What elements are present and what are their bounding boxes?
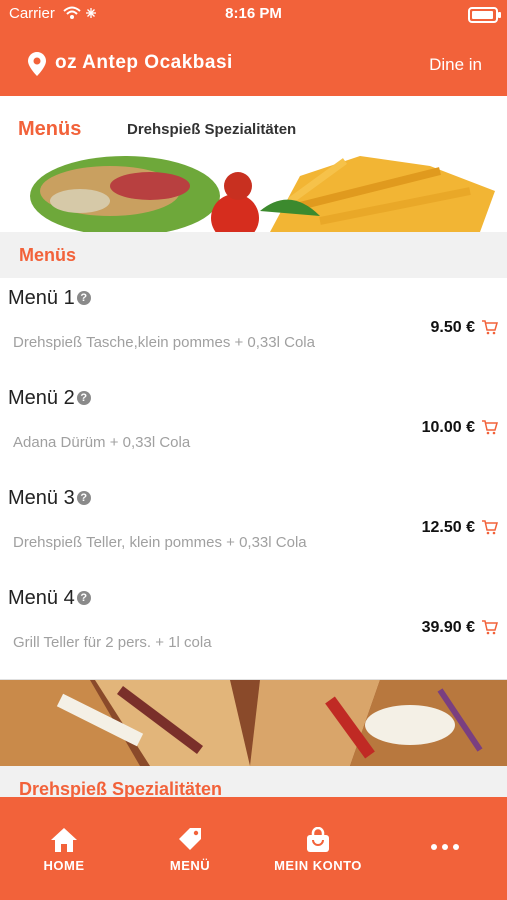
list-item[interactable]: Menü 1? Drehspieß Tasche,klein pommes + … [0, 279, 507, 380]
restaurant-name[interactable]: oz Antep Ocakbasi [55, 52, 233, 74]
cart-icon[interactable] [481, 420, 498, 435]
info-icon[interactable]: ? [76, 291, 91, 305]
item-description: Grill Teller für 2 pers. + 1l cola [13, 634, 212, 651]
dine-in-toggle[interactable]: Dine in [429, 55, 482, 75]
menu-banner-image [0, 146, 507, 232]
section-title: Menüs [19, 245, 77, 265]
header-bar: Carrier 8:16 PM oz Antep Ocakbasi Dine i… [0, 0, 507, 96]
tag-icon [179, 828, 201, 850]
location-pin-icon[interactable] [28, 52, 46, 76]
nav-menu[interactable]: MENÜ [160, 827, 220, 873]
status-time: 8:16 PM [225, 5, 282, 22]
drehspiess-banner-image [0, 680, 507, 766]
item-description: Drehspieß Tasche,klein pommes + 0,33l Co… [13, 334, 315, 351]
nav-home-label: HOME [43, 858, 85, 873]
home-icon [51, 828, 77, 852]
nav-menu-label: MENÜ [169, 858, 211, 873]
item-price: 9.50 € [430, 319, 475, 336]
info-icon[interactable]: ? [76, 591, 91, 605]
cart-icon[interactable] [481, 520, 498, 535]
nav-account[interactable]: MEIN KONTO [268, 826, 368, 873]
list-item[interactable]: Menü 3? Drehspieß Teller, klein pommes +… [0, 479, 507, 580]
list-item[interactable]: Menü 4? Grill Teller für 2 pers. + 1l co… [0, 579, 507, 680]
bottom-navigation: HOME MENÜ MEIN KONTO [0, 797, 507, 900]
category-tabs: Menüs Drehspieß Spezialitäten [0, 112, 507, 148]
nav-home[interactable]: HOME [38, 827, 90, 873]
item-description: Adana Dürüm + 0,33l Cola [13, 434, 191, 451]
list-item[interactable]: Menü 2? Adana Dürüm + 0,33l Cola 10.00 € [0, 379, 507, 480]
cart-icon[interactable] [481, 320, 498, 335]
bag-icon [307, 826, 329, 852]
more-dots-icon [431, 844, 459, 850]
item-description: Drehspieß Teller, klein pommes + 0,33l C… [13, 534, 307, 551]
nav-account-label: MEIN KONTO [274, 858, 362, 873]
status-bar: Carrier 8:16 PM [0, 0, 507, 28]
item-price: 39.90 € [421, 619, 475, 636]
item-name: Menü 1? [8, 287, 91, 310]
item-name: Menü 3? [8, 487, 91, 510]
tab-menus[interactable]: Menüs [18, 118, 81, 141]
item-name: Menü 2? [8, 387, 91, 410]
item-name: Menü 4? [8, 587, 91, 610]
restaurant-row: oz Antep Ocakbasi Dine in [0, 44, 507, 84]
cart-icon[interactable] [481, 620, 498, 635]
item-price: 12.50 € [421, 519, 475, 536]
section-header-menus: Menüs [0, 232, 507, 278]
battery-icon [468, 7, 501, 23]
tab-drehspiess[interactable]: Drehspieß Spezialitäten [127, 121, 296, 138]
item-price: 10.00 € [421, 419, 475, 436]
info-icon[interactable]: ? [76, 491, 91, 505]
info-icon[interactable]: ? [76, 391, 91, 405]
more-menu[interactable] [428, 839, 462, 854]
